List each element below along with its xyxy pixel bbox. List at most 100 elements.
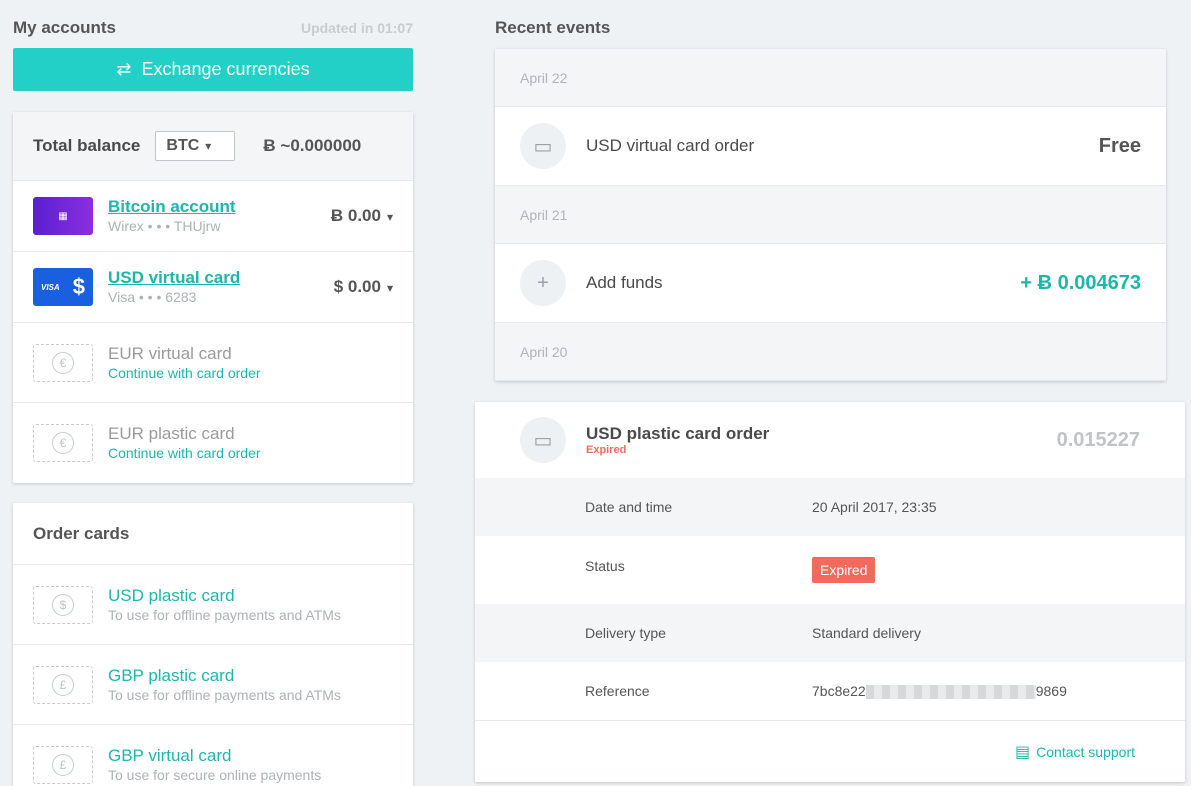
total-balance-label: Total balance <box>33 136 141 155</box>
date-divider: April 21 <box>495 186 1166 244</box>
order-card-name[interactable]: USD plastic card <box>108 586 393 606</box>
balance-card: Total balance BTC ▾ Ƀ ~0.000000 ▦ Bitcoi… <box>13 112 413 483</box>
dollar-icon: $ <box>52 593 74 616</box>
chevron-down-icon: ▾ <box>205 139 212 153</box>
account-row-eur-virtual[interactable]: € EUR virtual card Continue with card or… <box>13 323 413 403</box>
accounts-panel: My accounts Updated in 01:07 ⇄ Exchange … <box>13 0 413 786</box>
exchange-currencies-button[interactable]: ⇄ Exchange currencies <box>13 48 413 91</box>
visa-logo: VISA <box>41 282 60 292</box>
detail-key: Status <box>585 558 625 574</box>
support-row: ▤ Contact support <box>475 720 1185 782</box>
order-row-gbp-virtual[interactable]: £ GBP virtual card To use for secure onl… <box>13 725 413 786</box>
continue-order-link[interactable]: Continue with card order <box>108 364 393 382</box>
continue-order-link[interactable]: Continue with card order <box>108 444 393 462</box>
account-sub: Wirex • • • THUjrw <box>108 218 221 234</box>
dollar-icon: $ <box>72 274 85 299</box>
card-placeholder: $ <box>33 585 93 624</box>
contact-support-label: Contact support <box>1036 743 1135 760</box>
events-title: Recent events <box>495 18 611 37</box>
order-card-desc: To use for secure online payments <box>108 767 322 783</box>
order-card-name[interactable]: GBP virtual card <box>108 746 393 766</box>
exchange-label: Exchange currencies <box>141 59 310 79</box>
redacted-block <box>865 685 1036 700</box>
date-divider: April 22 <box>495 49 1166 107</box>
account-name: EUR plastic card <box>108 424 235 443</box>
account-name: EUR virtual card <box>108 343 232 363</box>
detail-title: USD plastic card order <box>586 424 770 443</box>
reference-value: 7bc8e22 9869 <box>812 682 1067 700</box>
detail-amount: 0.015227 <box>1056 428 1140 451</box>
currency-value: BTC <box>166 137 200 154</box>
euro-icon: € <box>52 351 74 374</box>
account-amount-value: $ 0.00 <box>333 277 381 296</box>
account-name[interactable]: USD virtual card <box>108 268 334 288</box>
date-divider: April 20 <box>495 323 1166 381</box>
event-amount: + Ƀ 0.004673 <box>1020 271 1141 294</box>
detail-key: Delivery type <box>585 625 666 641</box>
order-row-gbp-plastic[interactable]: £ GBP plastic card To use for offline pa… <box>13 645 413 725</box>
order-card-desc: To use for offline payments and ATMs <box>108 606 341 623</box>
card-icon: ▭ <box>520 417 566 463</box>
event-row[interactable]: ▭ USD virtual card order Free <box>495 107 1166 186</box>
bitcoin-card-thumbnail: ▦ <box>33 197 93 235</box>
events-card: April 22 ▭ USD virtual card order Free A… <box>495 49 1166 381</box>
euro-icon: € <box>52 432 74 454</box>
currency-select[interactable]: BTC ▾ <box>155 131 236 161</box>
detail-row-reference: Reference 7bc8e22 9869 <box>475 662 1185 720</box>
event-label: USD virtual card order <box>586 136 755 155</box>
event-detail-card: ▭ USD plastic card order Expired 0.01522… <box>475 402 1185 782</box>
event-label: Add funds <box>586 273 663 292</box>
reference-end: 9869 <box>1035 682 1067 699</box>
total-balance-row: Total balance BTC ▾ Ƀ ~0.000000 <box>13 112 413 181</box>
account-text: EUR virtual card Continue with card orde… <box>108 344 393 382</box>
order-card-desc: To use for offline payments and ATMs <box>108 686 341 703</box>
accounts-header: My accounts Updated in 01:07 <box>13 0 413 48</box>
detail-row-delivery: Delivery type Standard delivery <box>475 604 1185 662</box>
card-placeholder: £ <box>33 665 93 704</box>
order-row-usd-plastic[interactable]: $ USD plastic card To use for offline pa… <box>13 565 413 645</box>
account-amount[interactable]: $ 0.00 ▾ <box>334 277 393 297</box>
detail-key: Date and time <box>585 499 673 515</box>
detail-row-status: Status Expired <box>475 536 1185 604</box>
account-amount-value: Ƀ 0.00 <box>330 206 381 225</box>
chat-icon: ▤ <box>1015 743 1031 761</box>
detail-title-wrap: USD plastic card order Expired <box>586 424 1057 456</box>
events-header: Recent events <box>495 0 1166 48</box>
detail-value: Standard delivery <box>812 625 921 641</box>
account-row-eur-plastic[interactable]: € EUR plastic card Continue with card or… <box>13 403 413 483</box>
chevron-down-icon: ▾ <box>386 210 393 224</box>
card-placeholder: € <box>33 424 93 462</box>
contact-support-link[interactable]: ▤ Contact support <box>1015 742 1135 762</box>
account-text: EUR plastic card Continue with card orde… <box>108 424 393 462</box>
account-sub: Visa • • • 6283 <box>108 289 197 305</box>
reference-start: 7bc8e22 <box>812 682 866 699</box>
pound-icon: £ <box>52 673 74 696</box>
status-badge: Expired <box>812 557 876 583</box>
total-balance-value: Ƀ ~0.000000 <box>263 136 362 155</box>
account-amount[interactable]: Ƀ 0.00 ▾ <box>331 206 393 226</box>
event-row[interactable]: + Add funds + Ƀ 0.004673 <box>495 244 1166 323</box>
detail-value: 20 April 2017, 23:35 <box>812 499 937 515</box>
card-placeholder: € <box>33 343 93 382</box>
detail-header[interactable]: ▭ USD plastic card order Expired 0.01522… <box>475 402 1185 478</box>
detail-status-small: Expired <box>586 444 627 456</box>
order-cards-card: Order cards $ USD plastic card To use fo… <box>13 503 413 786</box>
detail-key: Reference <box>585 683 650 699</box>
accounts-title: My accounts <box>13 18 116 37</box>
card-placeholder: £ <box>33 746 93 784</box>
account-name[interactable]: Bitcoin account <box>108 197 331 217</box>
account-text: Bitcoin account Wirex • • • THUjrw <box>108 197 331 235</box>
events-panel: Recent events April 22 ▭ USD virtual car… <box>495 0 1166 381</box>
plus-icon: + <box>520 260 566 306</box>
order-text: USD plastic card To use for offline paym… <box>108 586 393 624</box>
order-text: GBP plastic card To use for offline paym… <box>108 666 393 704</box>
order-cards-title: Order cards <box>13 503 413 565</box>
updated-timer: Updated in 01:07 <box>300 20 413 36</box>
order-text: GBP virtual card To use for secure onlin… <box>108 746 393 784</box>
account-row-bitcoin[interactable]: ▦ Bitcoin account Wirex • • • THUjrw Ƀ 0… <box>13 181 413 252</box>
card-icon: ▭ <box>520 123 566 169</box>
pound-icon: £ <box>52 754 74 776</box>
account-row-usd-virtual[interactable]: VISA $ USD virtual card Visa • • • 6283 … <box>13 252 413 323</box>
order-card-name[interactable]: GBP plastic card <box>108 666 393 686</box>
chevron-down-icon: ▾ <box>386 281 393 295</box>
